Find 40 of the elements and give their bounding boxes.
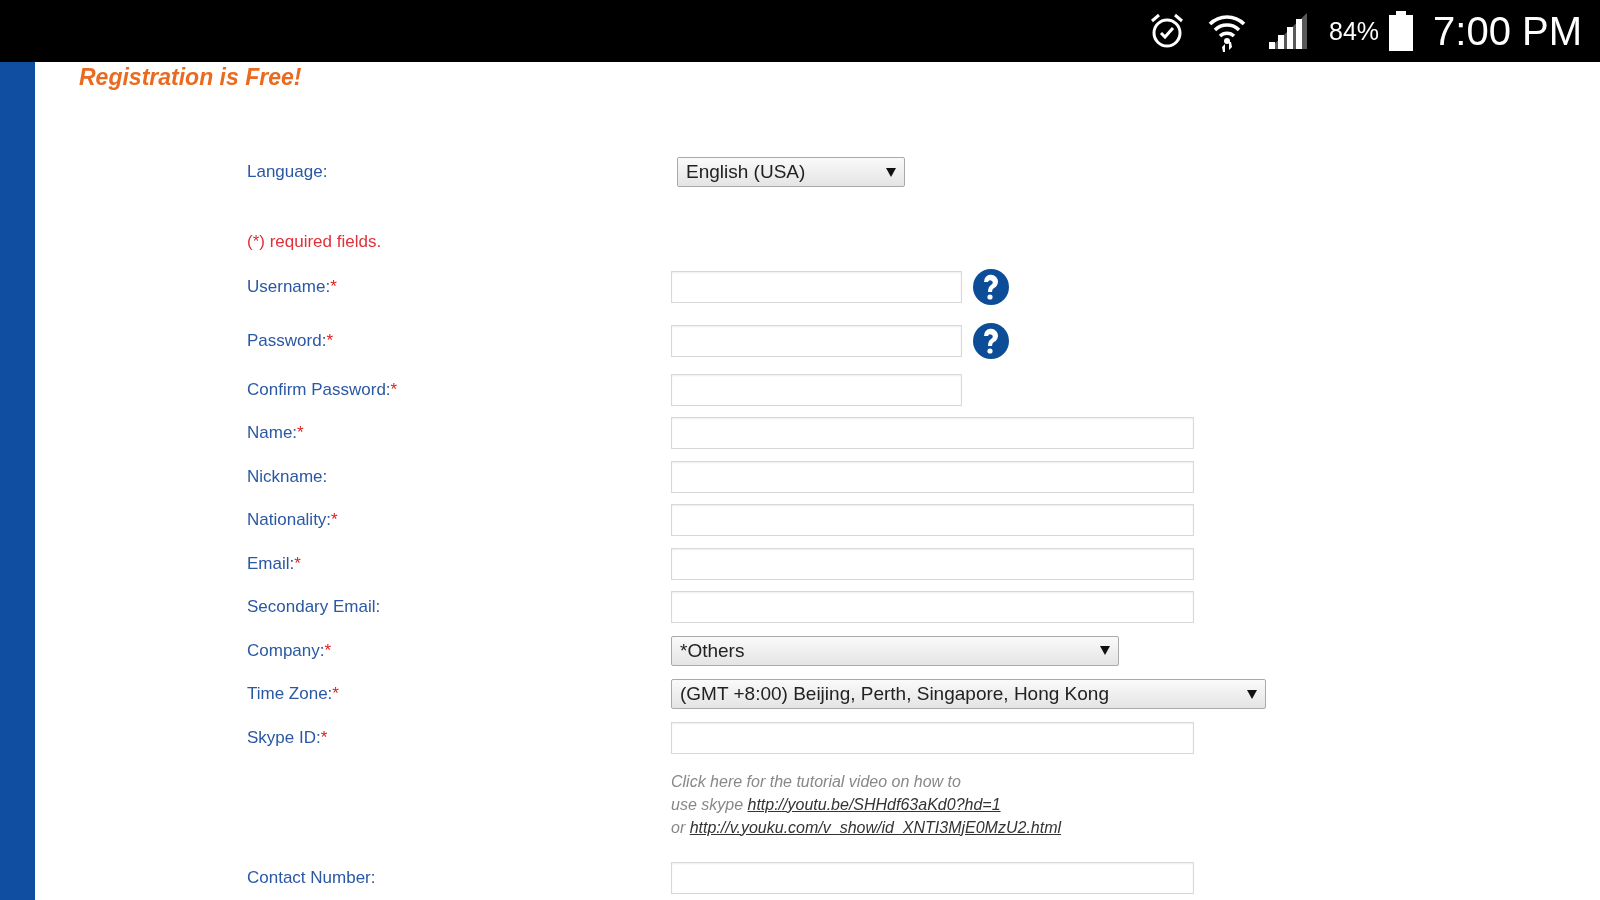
field-label: Password:*: [247, 331, 334, 351]
input-field[interactable]: [671, 591, 1194, 624]
input-field[interactable]: [671, 721, 1194, 754]
field-label: Confirm Password:*: [247, 379, 399, 400]
caret-icon: [1100, 646, 1110, 656]
dropdown[interactable]: (GMT +8:00) Beijing, Perth, Singapore, Hong Kong: [671, 679, 1266, 710]
input-field[interactable]: [671, 271, 962, 303]
field-label: Secondary Email:: [247, 597, 382, 618]
language-dropdown[interactable]: English (USA): [677, 157, 905, 187]
signal-icon: [1267, 11, 1309, 51]
battery-percent: 84%: [1329, 16, 1380, 46]
caret-icon: [1247, 689, 1257, 699]
video-link[interactable]: http://youtu.be/SHHdf63aKd0?hd=1: [747, 795, 1001, 813]
field-label: Time Zone:*: [247, 684, 340, 705]
input-field[interactable]: [671, 862, 1194, 895]
dropdown[interactable]: *Others: [671, 635, 1119, 666]
required-note: (*) required fields.: [246, 232, 383, 252]
page-title: Registration is Free!: [79, 64, 303, 92]
field-label: Nationality:*: [247, 510, 339, 531]
input-field[interactable]: [671, 417, 1194, 450]
video-link[interactable]: http://v.youku.com/v_show/id_XNTI3MjE0MzU2.html: [689, 818, 1062, 836]
field-label: Nickname:: [247, 466, 329, 487]
field-label: Email:*: [247, 553, 302, 574]
help-text: Click here for the tutorial video on how to use skype http://youtu.be/SHHdf63aKd0?hd=1 or http://v.youku.com/v_show/id_XNTI3MjE0MzU2.html: [671, 771, 1062, 838]
input-field[interactable]: [671, 547, 1194, 580]
caret-icon: [886, 167, 896, 177]
help-icon[interactable]: [972, 322, 1010, 360]
input-field[interactable]: [671, 460, 1194, 493]
field-label: Company:*: [247, 640, 333, 661]
field-label: Name:*: [247, 423, 305, 444]
field-label: Language:: [247, 162, 329, 182]
field-label: Contact Number:: [247, 868, 377, 889]
input-field[interactable]: [671, 325, 962, 357]
input-field[interactable]: [671, 504, 1194, 537]
help-icon[interactable]: [972, 268, 1010, 306]
battery-icon: [1389, 11, 1414, 51]
clock-time: 7:00 PM: [1433, 8, 1582, 54]
input-field[interactable]: [671, 373, 962, 406]
field-label: Username:*: [247, 277, 338, 297]
field-label: Skype ID:*: [247, 727, 329, 748]
